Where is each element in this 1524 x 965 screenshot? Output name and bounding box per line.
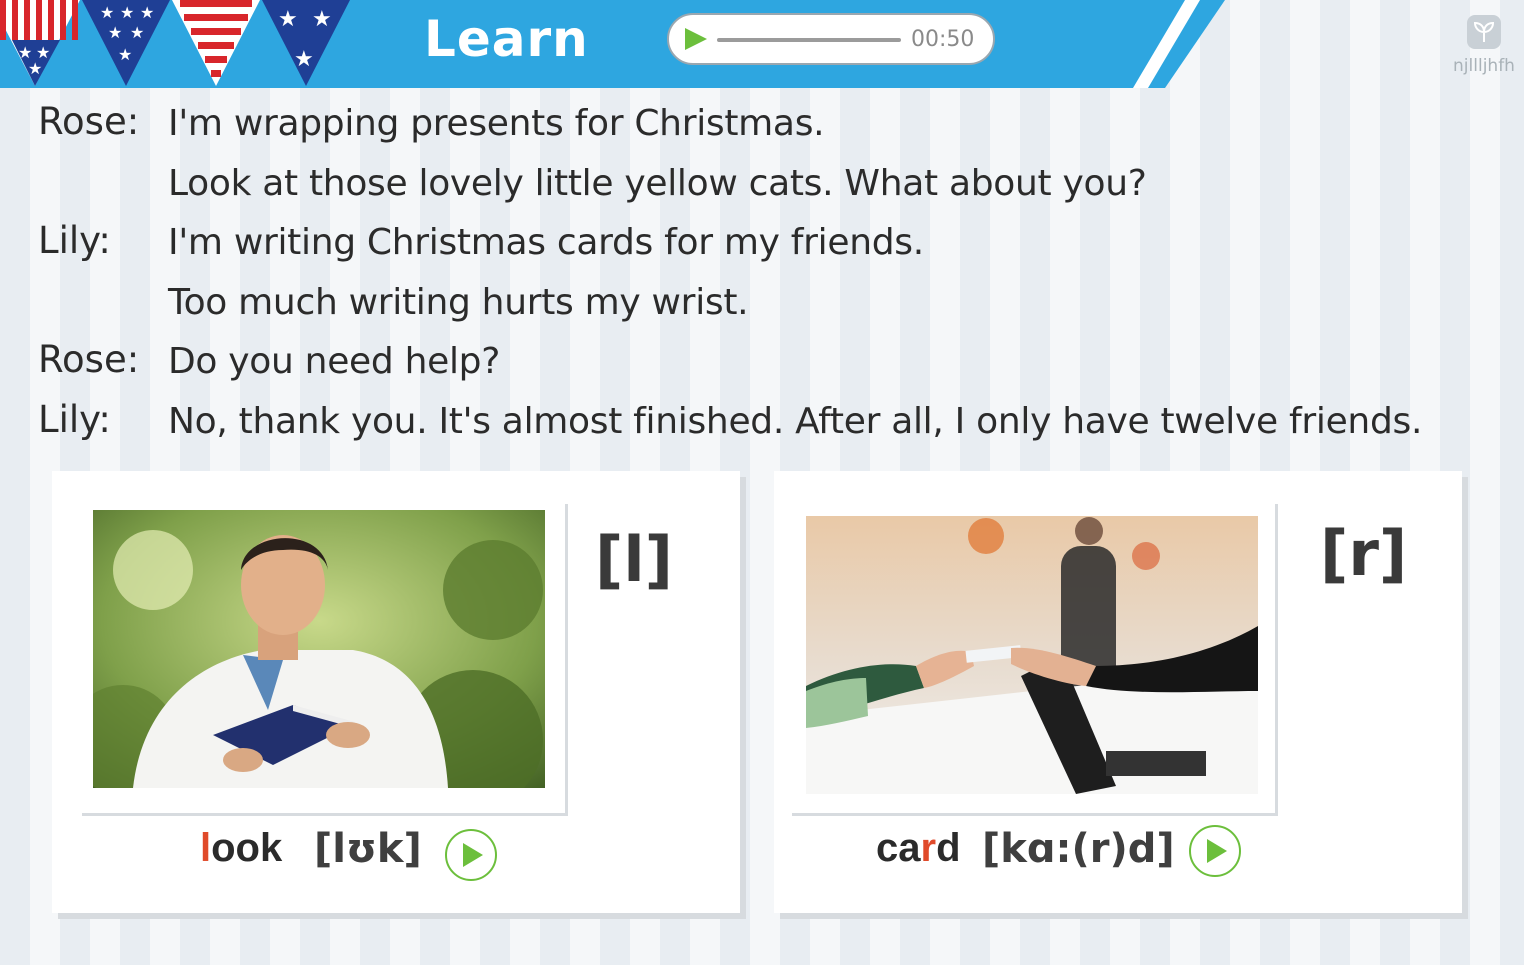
svg-text:★: ★ — [118, 45, 132, 64]
logo-text: njllljhfh — [1453, 56, 1515, 76]
dialogue-line: Rose: Do you need help? — [38, 338, 1478, 398]
speaker-label: Lily: — [38, 397, 111, 441]
man-reading-book-photo — [93, 510, 545, 788]
dialogue-text: Too much writing hurts my wrist. — [168, 281, 749, 323]
svg-text:★: ★ — [28, 59, 42, 78]
dialogue-line: Rose: I'm wrapping presents for Christma… — [38, 100, 1478, 160]
example-word: card — [876, 826, 961, 871]
handing-card-photo — [806, 516, 1258, 794]
speaker-label: Lily: — [38, 219, 111, 262]
svg-text:★: ★ — [140, 3, 154, 22]
audio-player: 00:50 — [667, 13, 995, 65]
play-sound-button[interactable] — [444, 828, 498, 882]
dialogue-text: Look at those lovely little yellow cats.… — [168, 162, 1147, 204]
audio-play-icon[interactable] — [683, 26, 709, 52]
word-before: ca — [876, 826, 921, 870]
phoneme-label: [r] — [1320, 517, 1408, 590]
page-title: Learn — [424, 10, 589, 68]
dialogue-text: I'm writing Christmas cards for my frien… — [168, 222, 924, 263]
sprout-logo-icon — [1467, 15, 1501, 49]
brand-logo: njllljhfh — [1452, 14, 1516, 76]
svg-text:★: ★ — [312, 7, 332, 32]
speaker-label: Rose: — [38, 100, 140, 143]
dialogue-text: Do you need help? — [168, 341, 501, 382]
dialogue: Rose: I'm wrapping presents for Christma… — [38, 100, 1478, 457]
svg-text:★: ★ — [100, 3, 114, 22]
phonics-card-l: [l] look [lʊk] — [52, 471, 740, 913]
word-highlight: l — [200, 826, 212, 870]
header-banner: ★ ★ ★ ★ ★ ★ ★ ★ ★ ★ ★ ★ Learn 00:50 — [0, 0, 1524, 88]
dialogue-text: No, thank you. It's almost finished. Aft… — [168, 400, 1423, 442]
audio-time: 00:50 — [911, 27, 975, 52]
ipa-transcription: [kɑ:(r)d] — [982, 826, 1175, 872]
word-rest: ook — [211, 826, 283, 870]
dialogue-line: Look at those lovely little yellow cats.… — [38, 160, 1478, 220]
phoneme-label: [l] — [595, 523, 673, 596]
svg-text:★: ★ — [278, 7, 298, 32]
dialogue-line: Too much writing hurts my wrist. — [38, 279, 1478, 339]
audio-progress-track[interactable] — [717, 38, 901, 42]
example-word: look — [200, 826, 282, 871]
phonics-card-r: [r] card [kɑ:(r)d] — [774, 471, 1462, 913]
dialogue-line: Lily: No, thank you. It's almost finishe… — [38, 398, 1478, 458]
ipa-transcription: [lʊk] — [314, 826, 422, 872]
svg-text:★: ★ — [108, 23, 122, 42]
photo-frame — [79, 501, 565, 813]
svg-text:★: ★ — [120, 3, 134, 22]
dialogue-text: I'm wrapping presents for Christmas. — [168, 103, 825, 144]
svg-text:★: ★ — [294, 47, 314, 72]
svg-text:★: ★ — [130, 23, 144, 42]
speaker-label: Rose: — [38, 338, 140, 381]
word-after: d — [936, 826, 961, 870]
word-highlight: r — [920, 826, 937, 870]
dialogue-line: Lily: I'm writing Christmas cards for my… — [38, 219, 1478, 279]
photo-frame — [789, 501, 1275, 813]
play-sound-button[interactable] — [1188, 824, 1242, 878]
